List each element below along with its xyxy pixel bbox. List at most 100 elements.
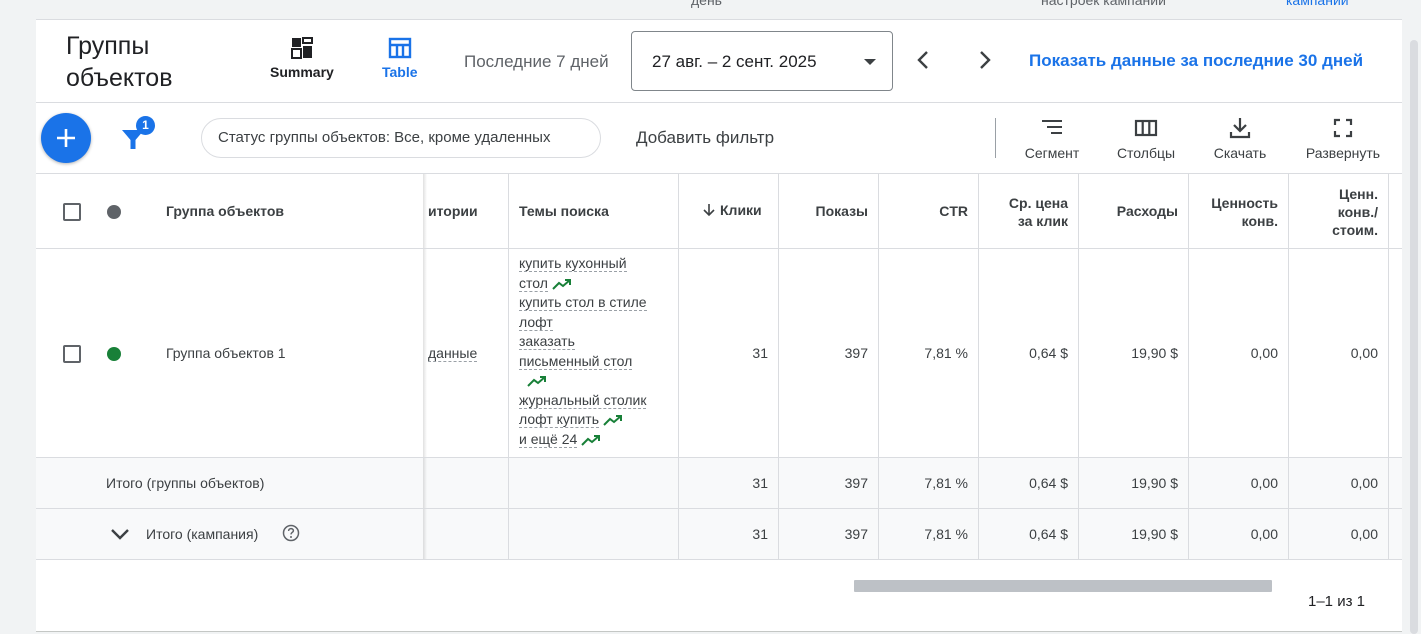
column-header-cost[interactable]: Расходы bbox=[1078, 203, 1178, 219]
total-clicks: 31 bbox=[752, 475, 768, 491]
total-cost: 19,90 $ bbox=[1131, 475, 1178, 491]
campaign-conv-value-per-cost: 0,00 bbox=[1350, 526, 1378, 542]
table-view-label: Table bbox=[382, 64, 418, 80]
header-divider bbox=[36, 102, 1402, 103]
column-header-search-topics[interactable]: Темы поиска bbox=[519, 203, 609, 219]
sticky-column-shadow bbox=[423, 174, 427, 248]
table-view-button[interactable]: Table bbox=[382, 36, 418, 80]
search-topic[interactable]: журнальный столик bbox=[519, 391, 647, 409]
clicks-value: 31 bbox=[752, 345, 768, 361]
date-range-value: 27 авг. – 2 сент. 2025 bbox=[652, 52, 817, 71]
trending-up-icon bbox=[527, 376, 546, 388]
search-topics-list: купить кухонный стол купить стол в стиле… bbox=[519, 254, 669, 449]
column-header-clicks[interactable]: Клики bbox=[702, 202, 762, 218]
download-button[interactable]: Скачать bbox=[1208, 116, 1272, 161]
top-fragment: день настроек кампании кампании bbox=[36, 0, 1402, 12]
search-topic[interactable]: стол bbox=[519, 274, 548, 292]
campaign-avg-cpc: 0,64 $ bbox=[1029, 526, 1068, 542]
more-topics-link[interactable]: и ещё 24 bbox=[519, 430, 578, 448]
column-header-conv-value-per-cost[interactable]: Ценн. конв./ стоим. bbox=[1288, 185, 1378, 239]
column-header-group[interactable]: Группа объектов bbox=[166, 203, 284, 219]
asset-group-name-link[interactable]: Группа объектов 1 bbox=[166, 345, 286, 361]
column-header-avg-cpc[interactable]: Ср. цена за клик bbox=[978, 194, 1068, 230]
segment-button[interactable]: Сегмент bbox=[1020, 116, 1084, 161]
content-panel: Группы объектов Summary Table Последние … bbox=[36, 20, 1402, 632]
segment-label: Сегмент bbox=[1024, 145, 1080, 161]
page-title-line1: Группы bbox=[66, 32, 150, 60]
column-header-avg-cpc-line1: Ср. цена bbox=[1008, 195, 1068, 211]
add-filter-button[interactable]: Добавить фильтр bbox=[636, 128, 774, 148]
column-divider bbox=[508, 458, 509, 508]
avg-cpc-value: 0,64 $ bbox=[1029, 345, 1068, 361]
top-fragment-settings: настроек кампании bbox=[1041, 0, 1166, 8]
total-ctr: 7,81 % bbox=[924, 475, 968, 491]
summary-view-button[interactable]: Summary bbox=[270, 36, 334, 80]
column-header-conv-value-line2: конв. bbox=[1241, 213, 1278, 229]
search-topic[interactable]: купить кухонный bbox=[519, 255, 627, 272]
show-last-30-days-link[interactable]: Показать данные за последние 30 дней bbox=[1029, 51, 1363, 71]
ctr-value: 7,81 % bbox=[924, 345, 968, 361]
columns-button[interactable]: Столбцы bbox=[1112, 116, 1180, 161]
add-button[interactable] bbox=[41, 113, 91, 163]
total-conv-value-per-cost: 0,00 bbox=[1350, 475, 1378, 491]
column-divider bbox=[1388, 174, 1389, 248]
total-campaign-label: Итого (кампания) bbox=[146, 526, 259, 542]
column-divider bbox=[678, 174, 679, 248]
column-header-audiences[interactable]: итории bbox=[428, 203, 478, 219]
column-header-avg-cpc-line2: за клик bbox=[1017, 213, 1068, 229]
page-title: Группы объектов bbox=[66, 30, 173, 94]
select-all-checkbox[interactable] bbox=[63, 203, 81, 221]
help-icon[interactable] bbox=[282, 524, 300, 542]
total-campaign-row: Итого (кампания) 31 397 7,81 % 0,64 $ 19… bbox=[36, 509, 1402, 560]
status-filter-chip[interactable]: Статус группы объектов: Все, кроме удале… bbox=[201, 118, 601, 158]
column-header-conv-value-per-cost-line1: Ценн. bbox=[1339, 186, 1378, 202]
table-row: Группа объектов 1 данные купить кухонный… bbox=[36, 249, 1402, 458]
search-topic[interactable]: лофт bbox=[519, 313, 553, 331]
column-header-impressions[interactable]: Показы bbox=[778, 203, 869, 219]
horizontal-scrollbar[interactable] bbox=[854, 580, 1272, 592]
status-enabled-icon[interactable] bbox=[107, 347, 121, 361]
column-header-ctr[interactable]: CTR bbox=[878, 203, 968, 219]
expand-label: Развернуть bbox=[1305, 145, 1381, 161]
vertical-scrollbar[interactable] bbox=[1410, 40, 1418, 634]
toolbar-divider bbox=[995, 118, 996, 158]
column-header-conv-value-per-cost-line3: стоим. bbox=[1332, 222, 1378, 238]
summary-view-label: Summary bbox=[270, 64, 334, 80]
column-header-conv-value-line1: Ценность bbox=[1211, 195, 1278, 211]
sort-down-arrow-icon bbox=[703, 204, 715, 217]
campaign-ctr: 7,81 % bbox=[924, 526, 968, 542]
audience-signal-link[interactable]: данные bbox=[428, 345, 478, 362]
trending-up-icon bbox=[603, 415, 623, 427]
sticky-column-shadow bbox=[423, 249, 427, 457]
search-topic[interactable]: заказать bbox=[519, 333, 575, 350]
total-conv-value: 0,00 bbox=[1250, 475, 1278, 491]
campaign-clicks: 31 bbox=[752, 526, 768, 542]
search-topic[interactable]: лофт купить bbox=[519, 411, 600, 428]
column-header-conv-value[interactable]: Ценность конв. bbox=[1188, 194, 1278, 230]
total-asset-groups-row: Итого (группы объектов) 31 397 7,81 % 0,… bbox=[36, 458, 1402, 509]
fullscreen-icon bbox=[1333, 118, 1353, 138]
date-range-label: Последние 7 дней bbox=[464, 52, 609, 71]
columns-icon bbox=[1134, 119, 1158, 137]
row-checkbox[interactable] bbox=[63, 345, 81, 363]
top-fragment-campaigns[interactable]: кампании bbox=[1286, 0, 1349, 8]
column-divider bbox=[508, 174, 509, 248]
search-topic[interactable]: письменный стол bbox=[519, 352, 633, 370]
impressions-value: 397 bbox=[844, 345, 868, 361]
column-divider bbox=[508, 509, 509, 559]
total-impressions: 397 bbox=[844, 475, 868, 491]
date-range-select[interactable]: 27 авг. – 2 сент. 2025 bbox=[631, 31, 893, 91]
table-header-row: Группа объектов итории Темы поиска Клики… bbox=[36, 173, 1402, 249]
filter-count-badge: 1 bbox=[136, 116, 155, 135]
expand-button[interactable]: Развернуть bbox=[1298, 116, 1388, 161]
total-avg-cpc: 0,64 $ bbox=[1029, 475, 1068, 491]
segment-icon bbox=[1042, 120, 1062, 134]
conv-value-value: 0,00 bbox=[1250, 345, 1278, 361]
sticky-column-shadow bbox=[423, 509, 427, 559]
search-topic[interactable]: купить стол в стиле bbox=[519, 294, 647, 311]
chevron-left-icon[interactable] bbox=[912, 48, 936, 72]
chevron-right-icon[interactable] bbox=[972, 48, 996, 72]
chevron-down-icon[interactable] bbox=[109, 523, 131, 545]
column-header-conv-value-per-cost-line2: конв./ bbox=[1337, 204, 1378, 220]
status-column-icon bbox=[107, 205, 121, 219]
